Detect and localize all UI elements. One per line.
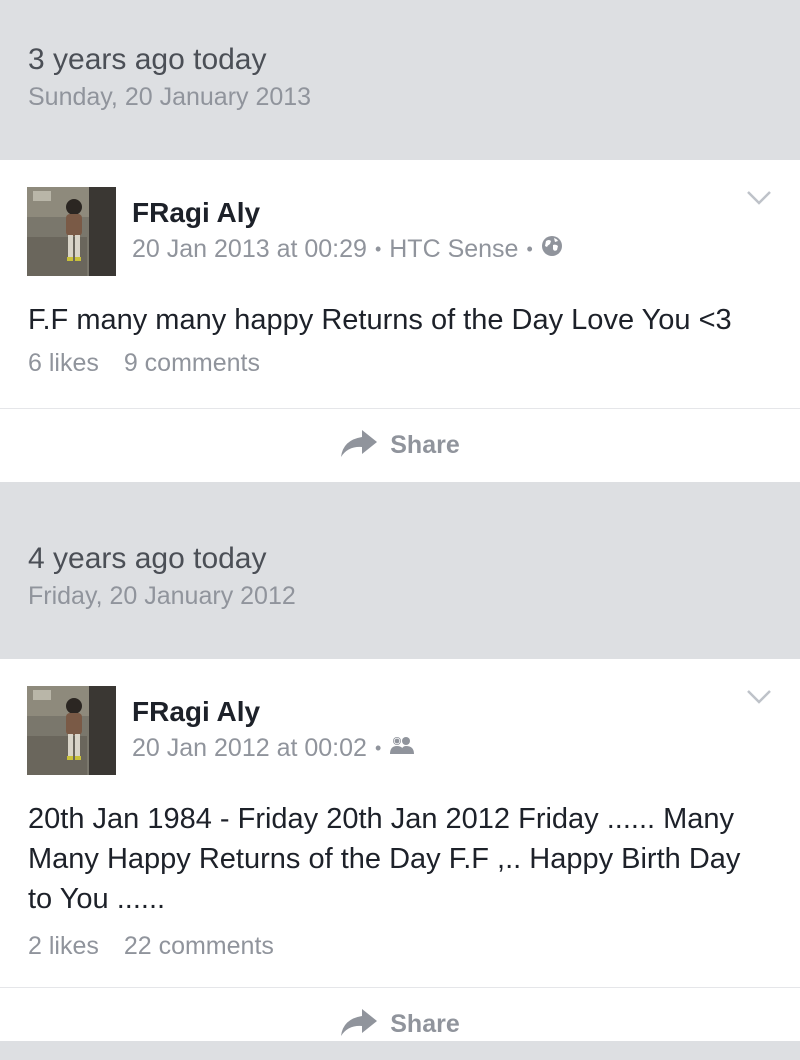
memory-header: 3 years ago today Sunday, 20 January 201… <box>0 0 800 160</box>
avatar[interactable] <box>27 187 116 276</box>
chevron-down-icon[interactable] <box>746 689 772 710</box>
author-block: FRagi Aly 20 Jan 2012 at 00:02 • <box>132 695 415 763</box>
globe-icon <box>541 234 563 264</box>
memory-section: 3 years ago today Sunday, 20 January 201… <box>0 0 800 482</box>
post-meta: 20 Jan 2013 at 00:29 • HTC Sense • <box>132 234 563 264</box>
comments-count[interactable]: 22 comments <box>124 932 274 960</box>
years-ago-label: 3 years ago today <box>28 43 267 76</box>
post-timestamp[interactable]: 20 Jan 2012 at 00:02 <box>132 733 367 763</box>
share-icon <box>340 428 378 463</box>
meta-separator: • <box>374 239 382 259</box>
likes-count[interactable]: 2 likes <box>28 932 99 960</box>
post-text: 20th Jan 1984 - Friday 20th Jan 2012 Fri… <box>28 803 741 915</box>
post-stats: 6 likes 9 comments <box>0 348 800 378</box>
likes-count[interactable]: 6 likes <box>28 349 99 377</box>
meta-separator: • <box>526 239 533 259</box>
years-ago-label: 4 years ago today <box>28 542 267 575</box>
share-label: Share <box>390 430 460 459</box>
post-timestamp[interactable]: 20 Jan 2013 at 00:29 <box>132 234 367 264</box>
avatar[interactable] <box>27 686 116 775</box>
memory-date: Sunday, 20 January 2013 <box>28 83 312 111</box>
share-button[interactable]: Share <box>0 409 800 481</box>
post-source: HTC Sense <box>389 235 519 263</box>
author-block: FRagi Aly 20 Jan 2013 at 00:29 • HTC Sen… <box>132 196 563 264</box>
memory-date: Friday, 20 January 2012 <box>28 582 296 610</box>
friends-icon <box>389 733 415 763</box>
post-card: FRagi Aly 20 Jan 2012 at 00:02 • 20th Ja… <box>0 659 800 1041</box>
share-icon <box>340 1007 378 1042</box>
comments-count[interactable]: 9 comments <box>124 349 260 377</box>
meta-separator: • <box>374 738 382 758</box>
author-name[interactable]: FRagi Aly <box>132 196 563 230</box>
author-name[interactable]: FRagi Aly <box>132 695 415 729</box>
share-button[interactable]: Share <box>0 988 800 1060</box>
memory-section: 4 years ago today Friday, 20 January 201… <box>0 482 800 1041</box>
memory-header: 4 years ago today Friday, 20 January 201… <box>0 482 800 659</box>
share-label: Share <box>390 1009 460 1038</box>
post-stats: 2 likes 22 comments <box>0 931 800 961</box>
post-text: F.F many many happy Returns of the Day L… <box>28 304 732 336</box>
post-card: FRagi Aly 20 Jan 2013 at 00:29 • HTC Sen… <box>0 160 800 482</box>
chevron-down-icon[interactable] <box>746 190 772 211</box>
post-meta: 20 Jan 2012 at 00:02 • <box>132 733 415 763</box>
